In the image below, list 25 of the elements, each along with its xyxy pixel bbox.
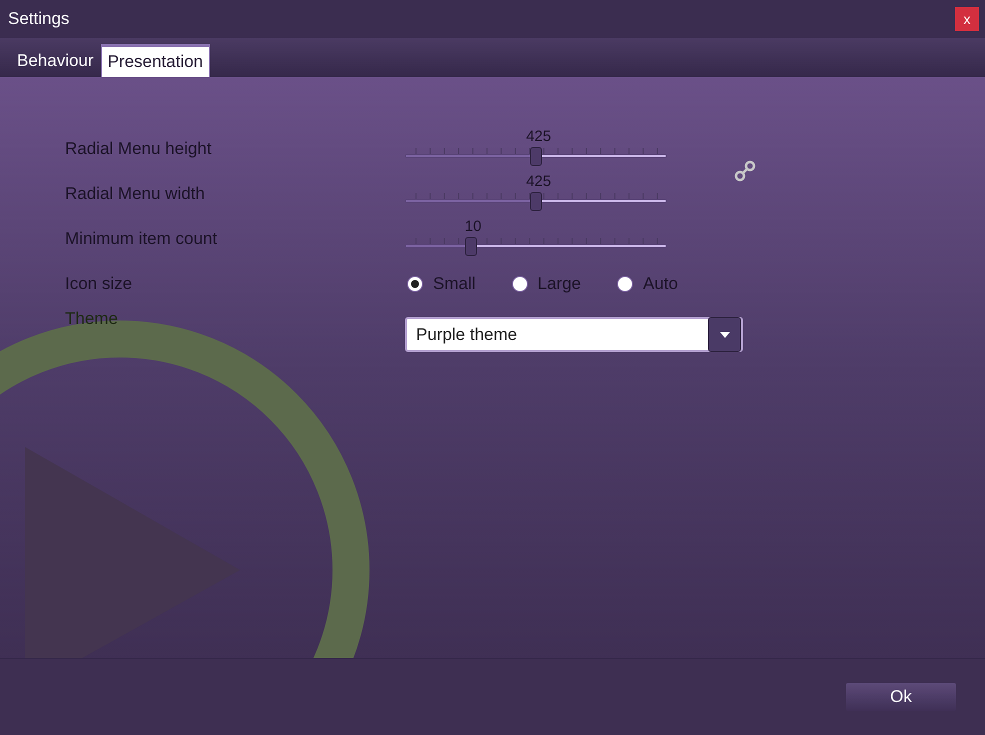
- slider-value: 10: [464, 218, 482, 234]
- setting-label: Minimum item count: [65, 228, 218, 250]
- slider-thumb[interactable]: [464, 236, 476, 256]
- setting-label: Radial Menu width: [65, 182, 206, 205]
- setting-label: Icon size: [65, 272, 134, 295]
- slider-value: 425: [526, 128, 552, 144]
- setting-label: Radial Menu height: [65, 138, 212, 160]
- tab[interactable]: Presentation: [100, 44, 210, 77]
- slider-thumb[interactable]: [530, 146, 542, 166]
- theme-dropdown[interactable]: Purple theme: [405, 317, 743, 352]
- window-title: Settings: [8, 8, 70, 30]
- caret-icon: [720, 332, 730, 338]
- close-button[interactable]: x: [955, 7, 979, 31]
- slider-track[interactable]: [405, 244, 667, 248]
- radio-button[interactable]: [512, 276, 528, 292]
- chain-link-icon[interactable]: [733, 158, 757, 182]
- slider-track[interactable]: [405, 198, 667, 202]
- setting-label: Theme: [65, 308, 119, 330]
- radio-button[interactable]: [617, 276, 633, 292]
- slider-value: 425: [526, 174, 552, 188]
- slider-thumb[interactable]: [530, 192, 542, 210]
- tab[interactable]: Behaviour: [14, 44, 97, 77]
- radio-button[interactable]: [407, 276, 423, 292]
- ok-button[interactable]: Ok: [846, 683, 956, 711]
- slider-track[interactable]: [405, 154, 667, 158]
